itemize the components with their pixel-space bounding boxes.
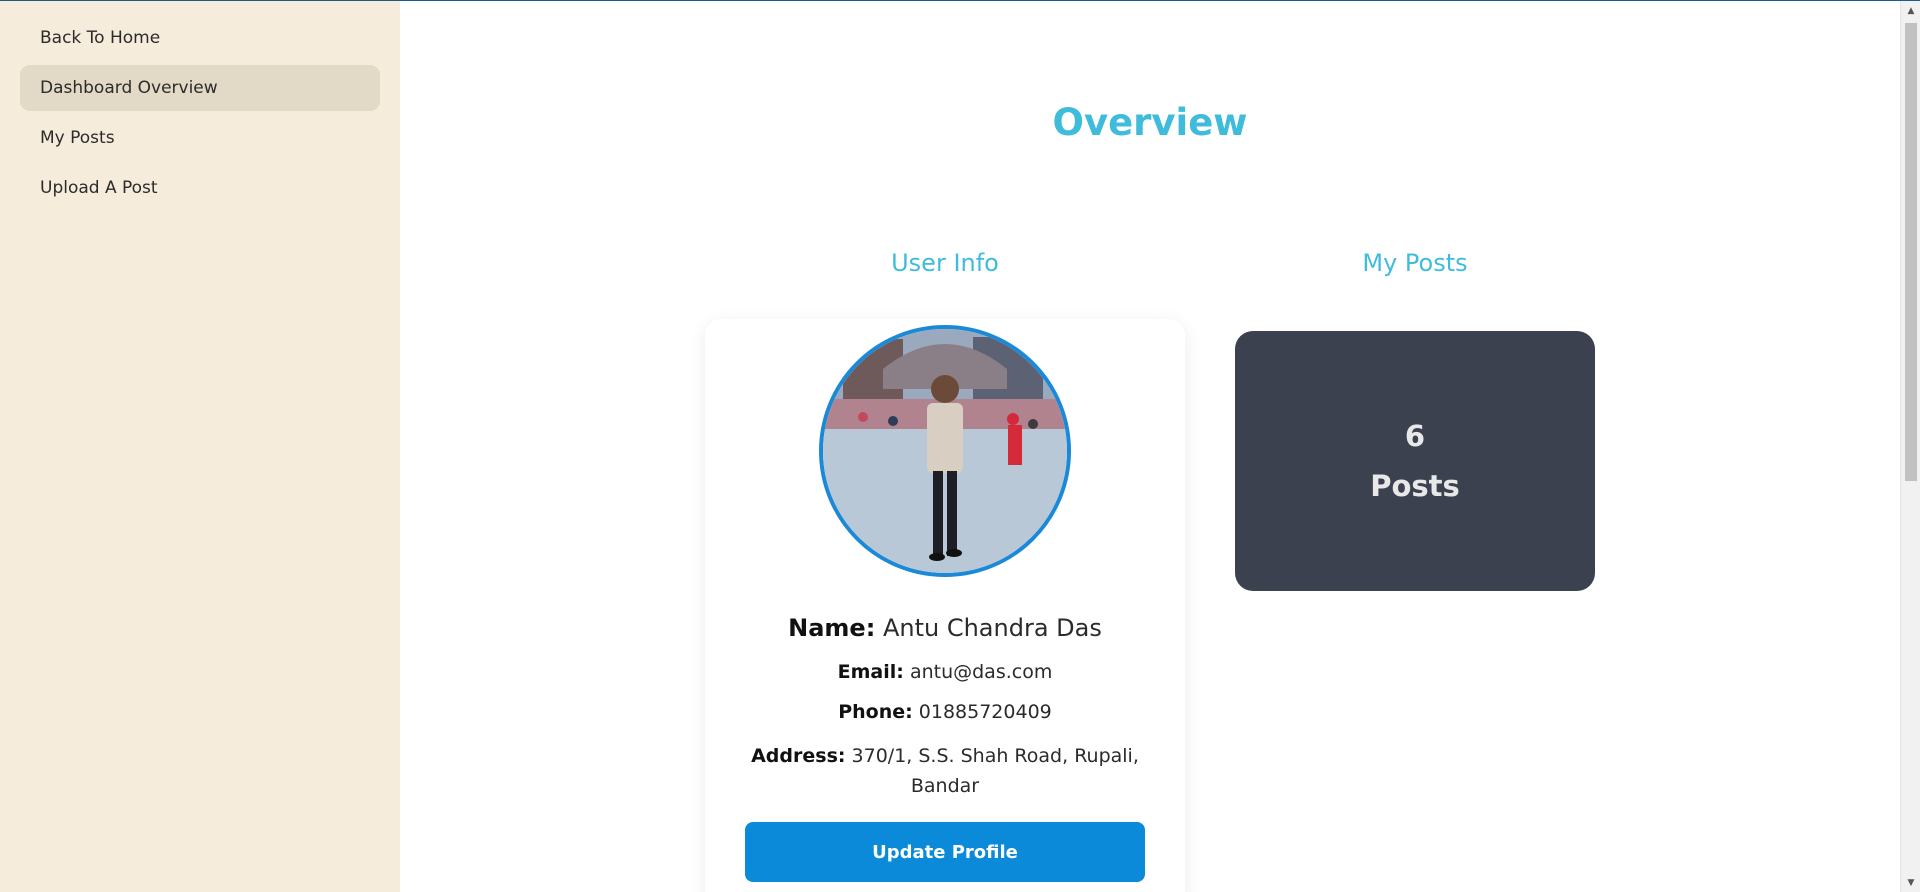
scroll-up-icon[interactable]: ▲	[1901, 3, 1920, 19]
user-address: Address: 370/1, S.S. Shah Road, Rupali, …	[745, 741, 1145, 801]
vertical-scrollbar[interactable]: ▲ ▼	[1900, 1, 1920, 892]
email-label: Email:	[837, 661, 904, 683]
email-value: antu@das.com	[909, 661, 1053, 683]
phone-label: Phone:	[838, 701, 913, 723]
posts-label: Posts	[1370, 469, 1460, 503]
address-label: Address:	[751, 745, 846, 767]
update-profile-button[interactable]: Update Profile	[745, 822, 1145, 882]
sidebar: Back To Home Dashboard Overview My Posts…	[0, 1, 400, 892]
user-info-title: User Info	[891, 249, 999, 277]
main-content: Overview User Info My Posts Name: Antu C…	[400, 1, 1900, 892]
sidebar-item-back-to-home[interactable]: Back To Home	[20, 15, 380, 61]
scroll-down-icon[interactable]: ▼	[1901, 875, 1920, 891]
posts-count: 6	[1404, 419, 1426, 453]
my-posts-title: My Posts	[1362, 249, 1468, 277]
name-value: Antu Chandra Das	[882, 614, 1102, 642]
address-value: 370/1, S.S. Shah Road, Rupali, Bandar	[851, 745, 1139, 797]
avatar-photo	[823, 329, 1067, 573]
user-name: Name: Antu Chandra Das	[745, 614, 1145, 642]
user-phone: Phone: 01885720409	[745, 701, 1145, 723]
avatar	[819, 325, 1071, 577]
sidebar-item-my-posts[interactable]: My Posts	[20, 115, 380, 161]
name-label: Name:	[788, 614, 876, 642]
sidebar-item-upload-a-post[interactable]: Upload A Post	[20, 165, 380, 211]
user-info-card: Name: Antu Chandra Das Email: antu@das.c…	[705, 319, 1185, 892]
user-email: Email: antu@das.com	[745, 661, 1145, 683]
sidebar-item-dashboard-overview[interactable]: Dashboard Overview	[20, 65, 380, 111]
page-title: Overview	[1052, 101, 1248, 144]
posts-count-card[interactable]: 6 Posts	[1235, 331, 1595, 591]
scrollbar-thumb[interactable]	[1905, 23, 1917, 481]
phone-value: 01885720409	[918, 701, 1052, 723]
